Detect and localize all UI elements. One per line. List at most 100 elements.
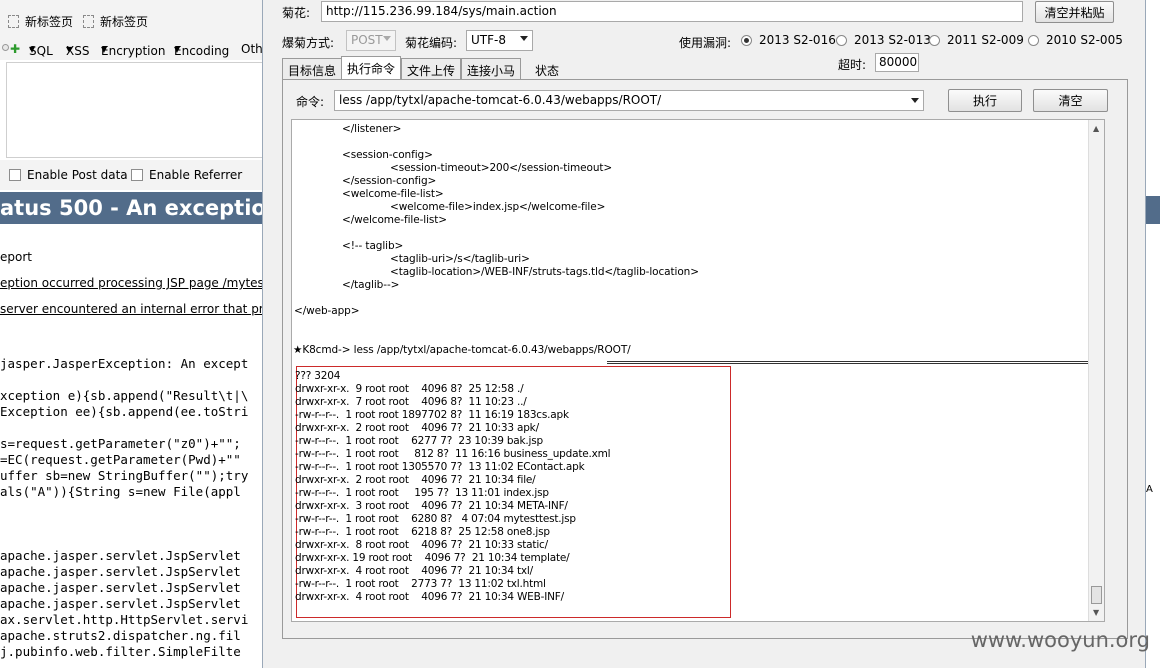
listing-line: ??? 3204 [295, 370, 341, 382]
tab-label: 新标签页 [25, 15, 74, 29]
watermark: www.wooyun.org [970, 628, 1150, 652]
listing-line: -rw-r--r--. 1 root root 195 7? 13 11:01 … [295, 487, 549, 499]
url-label: 菊花: [282, 6, 311, 20]
listing-line: drwxr-xr-x. 4 root root 4096 7? 21 10:34… [295, 565, 533, 577]
exception-message: eption occurred processing JSP page /myt… [0, 276, 262, 290]
trace-line: s=request.getParameter("z0")+""; [0, 436, 241, 451]
hackbar-options: Enable Post data Enable Referrer [0, 160, 262, 190]
browser-tab-bar: 新标签页 新标签页 [0, 0, 262, 40]
output-separator [607, 361, 1088, 364]
stack-line: ax.servlet.http.HttpServlet.servi [0, 612, 249, 627]
command-input[interactable]: less /app/tytxl/apache-tomcat-6.0.43/web… [334, 90, 924, 111]
clear-button[interactable]: 清空 [1033, 89, 1108, 112]
trace-line: uffer sb=new StringBuffer("");try [0, 468, 249, 483]
command-label: 命令: [296, 95, 325, 109]
clear-paste-button[interactable]: 清空并粘贴 [1035, 1, 1114, 23]
chevron-down-icon [911, 98, 919, 103]
page-icon [83, 15, 94, 28]
scroll-up-icon[interactable]: ▲ [1093, 124, 1099, 133]
stack-line: apache.jasper.servlet.JspServlet [0, 564, 241, 579]
status-bar-edge [1146, 196, 1160, 224]
listing-line: drwxr-xr-x. 3 root root 4096 7? 21 10:34… [295, 500, 568, 512]
trace-line: als("A")){String s=new File(appl [0, 484, 241, 499]
listing-line: drwxr-xr-x. 19 root root 4096 7? 21 10:3… [295, 552, 570, 564]
hackbar-menu: ✚ SQL ▾ XSS ▾ Encryption ▾ Encoding ▾ Oth [0, 40, 262, 60]
xml-line: </session-config> [342, 175, 437, 187]
method-label: 爆菊方式: [282, 36, 335, 50]
tab-target-info[interactable]: 目标信息 [282, 58, 343, 79]
listing-line: drwxr-xr-x. 9 root root 4096 8? 25 12:58… [295, 383, 524, 395]
scroll-thumb[interactable] [1091, 586, 1102, 604]
tab-connect-shell[interactable]: 连接小马 [461, 58, 522, 79]
menu-other[interactable]: Oth [241, 42, 262, 56]
method-select[interactable]: POST [346, 30, 396, 51]
description-message: server encountered an internal error tha… [0, 302, 262, 316]
vuln-option-label: 2010 S2-005 [1046, 33, 1123, 47]
browser-tab[interactable]: 新标签页 [8, 13, 73, 30]
vuln-option-label: 2011 S2-009 [947, 33, 1024, 47]
timeout-input[interactable]: 80000 [875, 53, 919, 72]
encoding-label: 菊花编码: [405, 36, 458, 50]
menu-sql[interactable]: SQL ▾ [29, 42, 53, 58]
listing-line: -rw-r--r--. 1 root root 6277 7? 23 10:39… [295, 435, 544, 447]
stack-line: apache.struts2.dispatcher.ng.fil [0, 628, 241, 643]
stack-line: apache.jasper.servlet.JspServlet [0, 580, 241, 595]
execute-button[interactable]: 执行 [948, 89, 1022, 112]
listing-line: -rw-r--r--. 1 root root 6280 8? 4 07:04 … [295, 513, 576, 525]
vuln-option-label: 2013 S2-016 [759, 33, 836, 47]
enable-post-checkbox[interactable]: Enable Post data [9, 168, 128, 182]
browser-tab[interactable]: 新标签页 [83, 13, 148, 30]
tab-file-upload[interactable]: 文件上传 [401, 58, 462, 79]
listing-line: -rw-r--r--. 1 root root 6218 8? 25 12:58… [295, 526, 550, 538]
menu-encoding[interactable]: Encoding ▾ [174, 42, 229, 58]
vertical-scrollbar[interactable]: ▲ ▼ [1088, 120, 1104, 621]
menu-encryption[interactable]: Encryption ▾ [101, 42, 165, 58]
xml-line: <session-timeout>200</session-timeout> [390, 162, 613, 174]
stack-line: j.pubinfo.web.filter.SimpleFilte [0, 644, 241, 659]
xml-line: </welcome-file-list> [342, 214, 447, 226]
vuln-radio-s2-005[interactable] [1028, 35, 1039, 46]
stack-line: apache.jasper.servlet.JspServlet [0, 548, 241, 563]
vuln-radio-s2-013[interactable] [836, 35, 847, 46]
xml-line: </listener> [342, 123, 402, 135]
vuln-option-label: 2013 S2-013 [854, 33, 931, 47]
enable-referrer-checkbox[interactable]: Enable Referrer [131, 168, 242, 182]
trace-line: jasper.JasperException: An except [0, 356, 249, 371]
listing-line: -rw-r--r--. 1 root root 1305570 7? 13 11… [295, 461, 585, 473]
timeout-label: 超时: [838, 58, 867, 72]
scroll-down-icon[interactable]: ▼ [1093, 608, 1099, 617]
chevron-down-icon [383, 36, 391, 41]
listing-line: drwxr-xr-x. 2 root root 4096 7? 21 10:33… [295, 422, 539, 434]
vuln-radio-s2-016[interactable] [741, 35, 752, 46]
listing-line: -rw-r--r--. 1 root root 1897702 8? 11 16… [295, 409, 569, 421]
url-input[interactable]: http://115.236.99.184/sys/main.action [321, 1, 1023, 22]
plus-icon[interactable]: ✚ [10, 42, 20, 56]
vuln-label: 使用漏洞: [679, 36, 732, 50]
command-output-area[interactable]: </listener> <session-config> <session-time… [291, 119, 1105, 622]
tab-status[interactable]: 状态 [535, 62, 559, 79]
xml-line: <taglib-uri>/s</taglib-uri> [390, 253, 530, 265]
vuln-radio-s2-009[interactable] [929, 35, 940, 46]
struts2-exploit-tool-window: 菊花: http://115.236.99.184/sys/main.actio… [262, 0, 1146, 668]
trace-line: Exception ee){sb.append(ee.toStri [0, 404, 249, 419]
menu-xss[interactable]: XSS ▾ [66, 42, 89, 58]
listing-line: drwxr-xr-x. 4 root root 4096 7? 21 10:34… [295, 591, 564, 603]
listing-line: drwxr-xr-x. 2 root root 4096 7? 21 10:34… [295, 474, 536, 486]
xml-line: </web-app> [294, 305, 360, 317]
listing-line: drwxr-xr-x. 8 root root 4096 7? 21 10:33… [295, 539, 548, 551]
page-icon [8, 15, 19, 28]
xml-line: <taglib-location>/WEB-INF/struts-tags.tl… [390, 266, 699, 278]
chevron-down-icon [520, 36, 528, 41]
listing-line: drwxr-xr-x. 7 root root 4096 8? 11 10:23… [295, 396, 527, 408]
encoding-select[interactable]: UTF-8 [466, 30, 533, 51]
trace-line: xception e){sb.append("Result\t|\ [0, 388, 249, 403]
tab-exec-command[interactable]: 执行命令 [341, 56, 402, 79]
background-page-edge: A [1146, 0, 1160, 668]
report-label: eport [0, 250, 32, 264]
xml-line: <!-- taglib> [342, 240, 404, 252]
hackbar-url-textarea[interactable] [6, 62, 262, 158]
prompt-line: ★K8cmd-> less /app/tytxl/apache-tomcat-6… [293, 344, 631, 356]
tab-label: 新标签页 [100, 15, 149, 29]
xml-line: <session-config> [342, 149, 433, 161]
edge-text: A [1146, 484, 1153, 495]
